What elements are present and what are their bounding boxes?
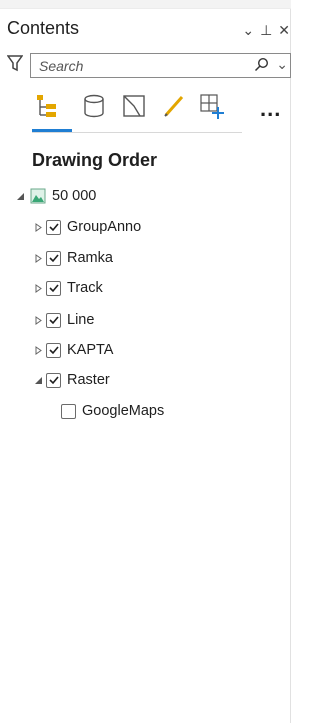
layer-label: Ramka (67, 250, 113, 266)
expand-arrow-right-icon[interactable] (32, 344, 44, 356)
expand-arrow-right-icon[interactable] (32, 314, 44, 326)
filter-icon[interactable] (7, 54, 23, 72)
expand-arrow-down-icon[interactable] (32, 374, 44, 386)
expand-arrow-right-icon[interactable] (32, 252, 44, 264)
layer-row-groupanno[interactable]: GroupAnno (32, 217, 141, 237)
list-by-drawing-order-icon[interactable] (34, 92, 62, 120)
search-icon[interactable] (254, 57, 270, 73)
layer-checkbox[interactable] (46, 312, 61, 328)
sublayer-label: GoogleMaps (82, 403, 165, 419)
expand-arrow-down-icon[interactable] (14, 190, 26, 202)
layer-row-kapta[interactable]: KAPTA (32, 340, 113, 360)
pane-title: Contents (7, 18, 80, 38)
layer-label: GroupAnno (67, 219, 142, 235)
search-input[interactable]: Search ⌄ (30, 53, 291, 78)
list-by-snapping-icon[interactable] (198, 92, 226, 120)
expand-arrow-right-icon[interactable] (32, 282, 44, 294)
layer-row-line[interactable]: Line (32, 310, 94, 330)
search-options-chevron-icon[interactable]: ⌄ (276, 56, 288, 73)
toolbar-divider (32, 132, 242, 133)
layer-row-track[interactable]: Track (32, 278, 103, 298)
sublayer-row-googlemaps[interactable]: GoogleMaps (61, 401, 164, 421)
map-node[interactable]: 50 000 (14, 186, 96, 206)
search-placeholder: Search (39, 58, 84, 74)
pin-icon[interactable]: ⊥ (260, 23, 272, 37)
list-view-toolbar: ... (32, 92, 287, 133)
list-by-source-icon[interactable] (80, 92, 108, 120)
layer-row-raster[interactable]: Raster (32, 370, 110, 390)
layer-label: Track (67, 280, 103, 296)
map-label: 50 000 (52, 188, 97, 204)
close-icon[interactable]: ✕ (278, 23, 290, 37)
more-options-button[interactable]: ... (260, 96, 281, 122)
expand-arrow-right-icon[interactable] (32, 221, 44, 233)
map-icon (30, 188, 46, 204)
pane-top-strip (0, 0, 291, 9)
layer-label: KAPTA (67, 342, 114, 358)
sublayer-checkbox[interactable] (61, 403, 76, 419)
options-chevron-icon[interactable]: ⌄ (242, 23, 254, 37)
window-controls: ⌄ ⊥ ✕ (242, 20, 290, 40)
layer-checkbox[interactable] (46, 219, 61, 235)
layer-checkbox[interactable] (46, 342, 61, 358)
list-by-selection-icon[interactable] (120, 92, 148, 120)
list-by-editing-icon[interactable] (160, 92, 188, 120)
layer-label: Line (67, 312, 95, 328)
layer-row-ramka[interactable]: Ramka (32, 248, 113, 268)
drawing-order-heading: Drawing Order (32, 150, 158, 170)
layer-checkbox[interactable] (46, 280, 61, 296)
layer-label: Raster (67, 372, 110, 388)
layer-checkbox[interactable] (46, 250, 61, 266)
layer-checkbox[interactable] (46, 372, 61, 388)
contents-pane: Contents ⌄ ⊥ ✕ Search ⌄ ... Drawing Orde… (0, 0, 291, 723)
